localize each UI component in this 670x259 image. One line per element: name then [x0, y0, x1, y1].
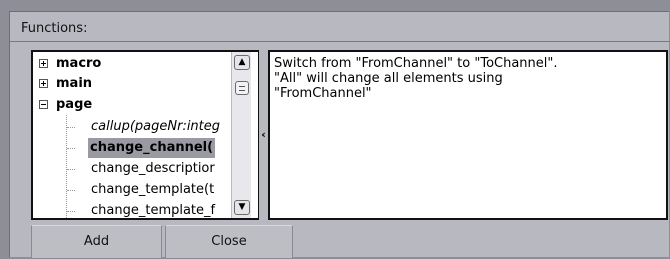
tree-item-change-template-f[interactable]: change_template_f [91, 201, 215, 218]
chevron-left-icon[interactable]: ‹ [261, 128, 266, 141]
panel-title: Functions: [21, 21, 88, 36]
description-line: "FromChannel" [274, 86, 372, 101]
chevron-up-icon[interactable]: ▲ [234, 55, 250, 70]
scroll-thumb[interactable] [235, 81, 249, 95]
tree-guide-line [67, 190, 75, 191]
tree-guide-line [67, 148, 75, 149]
tree-item-page[interactable]: page [39, 95, 92, 115]
tree-item-callup[interactable]: callup(pageNr:integ [91, 117, 220, 137]
tree-guide-line [67, 211, 75, 212]
tree-guide-line [67, 127, 75, 128]
panel-divider [10, 41, 670, 42]
tree-item-change-channel[interactable]: change_channel( [88, 138, 216, 158]
tree-item-main[interactable]: main [39, 74, 92, 94]
expand-plus-icon[interactable] [39, 59, 48, 68]
function-description: Switch from "FromChannel" to "ToChannel"… [268, 50, 668, 220]
tree-guide-line [66, 115, 67, 218]
add-button[interactable]: Add [31, 225, 162, 259]
collapse-minus-icon[interactable] [39, 100, 48, 109]
tree-item-macro[interactable]: macro [39, 54, 101, 74]
tree-item-change-description[interactable]: change_descriptior [91, 159, 215, 179]
close-button[interactable]: Close [165, 225, 293, 259]
chevron-down-icon[interactable]: ▼ [234, 200, 250, 215]
description-line: Switch from "FromChannel" to "ToChannel"… [274, 56, 558, 71]
expand-plus-icon[interactable] [39, 79, 48, 88]
tree-item-change-template[interactable]: change_template(t [91, 180, 214, 200]
tree-scrollbar[interactable]: ▲ ▼ [231, 52, 251, 218]
tree-guide-line [67, 169, 75, 170]
function-tree[interactable]: macro main page callup(pageNr:integ chan… [31, 50, 260, 220]
description-line: "All" will change all elements using [274, 71, 503, 86]
pane-splitter[interactable]: ‹ [259, 50, 268, 220]
